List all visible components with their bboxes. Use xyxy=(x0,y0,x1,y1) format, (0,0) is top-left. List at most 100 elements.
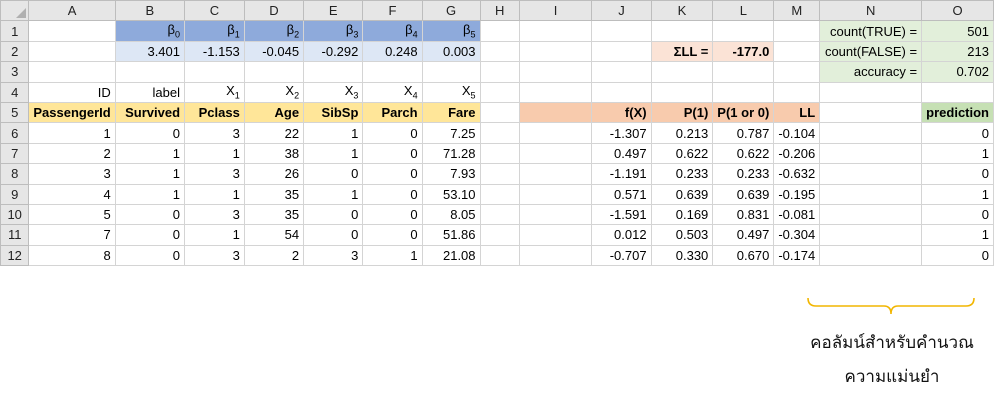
row-header-5[interactable]: 5 xyxy=(0,101,30,124)
cell-p1-or-0[interactable]: 0.787 xyxy=(712,122,775,144)
cell-p1[interactable]: 0.169 xyxy=(650,203,714,226)
cell[interactable] xyxy=(479,122,520,144)
cell-parch[interactable]: 0 xyxy=(362,122,423,144)
x-label-1[interactable]: X1 xyxy=(184,81,245,103)
cell-p1[interactable]: 0.233 xyxy=(650,163,714,185)
cell-surv[interactable]: 1 xyxy=(114,163,186,185)
column-header-g[interactable]: G xyxy=(421,0,481,22)
cell-fx[interactable]: -1.307 xyxy=(591,122,652,144)
cell-pclass[interactable]: 1 xyxy=(184,224,245,246)
cell-pid[interactable]: 2 xyxy=(28,142,116,165)
beta-value-3[interactable]: -0.292 xyxy=(303,40,364,63)
cell-parch[interactable]: 0 xyxy=(362,203,423,226)
beta-value-5[interactable]: 0.003 xyxy=(421,40,481,63)
cell[interactable] xyxy=(518,224,593,246)
cell-age[interactable]: 22 xyxy=(243,122,305,144)
cell[interactable] xyxy=(479,40,520,63)
cell-parch[interactable]: 0 xyxy=(362,224,423,246)
cell[interactable] xyxy=(28,61,116,83)
cell-fare[interactable]: 51.86 xyxy=(421,224,481,246)
cell[interactable] xyxy=(591,61,652,83)
header-sibsp[interactable]: SibSp xyxy=(303,101,364,124)
cell-p1-or-0[interactable]: 0.639 xyxy=(712,183,775,205)
cell-pid[interactable]: 4 xyxy=(28,183,116,205)
cell-parch[interactable]: 0 xyxy=(362,142,423,165)
id-label[interactable]: ID xyxy=(28,81,116,103)
column-header-e[interactable]: E xyxy=(303,0,364,22)
column-header-k[interactable]: K xyxy=(650,0,714,22)
cell-sibsp[interactable]: 1 xyxy=(303,183,364,205)
cell-parch[interactable]: 0 xyxy=(362,163,423,185)
cell[interactable] xyxy=(479,244,520,267)
header-passengerid[interactable]: PassengerId xyxy=(28,101,116,124)
cell-p1-or-0[interactable]: 0.670 xyxy=(712,244,775,267)
cell-ll[interactable]: -0.104 xyxy=(773,122,821,144)
cell-p1[interactable]: 0.639 xyxy=(650,183,714,205)
beta-value-0[interactable]: 3.401 xyxy=(114,40,186,63)
cell[interactable] xyxy=(518,244,593,267)
cell[interactable] xyxy=(591,81,652,103)
cell[interactable] xyxy=(518,122,593,144)
cell[interactable] xyxy=(712,20,775,42)
count-true-label[interactable]: count(TRUE) = xyxy=(819,20,923,42)
cell-pclass[interactable]: 3 xyxy=(184,163,245,185)
cell-pid[interactable]: 7 xyxy=(28,224,116,246)
cell[interactable] xyxy=(773,81,821,103)
header-ll[interactable]: LL xyxy=(773,101,821,124)
cell-sibsp[interactable]: 3 xyxy=(303,244,364,267)
cell[interactable] xyxy=(819,101,923,124)
cell-p1[interactable]: 0.622 xyxy=(650,142,714,165)
cell-p1[interactable]: 0.213 xyxy=(650,122,714,144)
cell-pid[interactable]: 1 xyxy=(28,122,116,144)
cell[interactable] xyxy=(479,61,520,83)
cell-age[interactable]: 38 xyxy=(243,142,305,165)
cell[interactable] xyxy=(712,61,775,83)
beta-value-1[interactable]: -1.153 xyxy=(184,40,245,63)
cell-fare[interactable]: 8.05 xyxy=(421,203,481,226)
cell-sibsp[interactable]: 0 xyxy=(303,163,364,185)
accuracy-label[interactable]: accuracy = xyxy=(819,61,923,83)
cell[interactable] xyxy=(28,20,116,42)
cell-sibsp[interactable]: 1 xyxy=(303,122,364,144)
cell-prediction[interactable]: 1 xyxy=(921,183,994,205)
cell[interactable] xyxy=(518,81,593,103)
cell[interactable] xyxy=(819,142,923,165)
cell[interactable] xyxy=(819,244,923,267)
cell[interactable] xyxy=(591,20,652,42)
cell-pid[interactable]: 3 xyxy=(28,163,116,185)
cell-surv[interactable]: 0 xyxy=(114,122,186,144)
cell-ll[interactable]: -0.174 xyxy=(773,244,821,267)
cell[interactable] xyxy=(819,183,923,205)
accuracy-value[interactable]: 0.702 xyxy=(921,61,994,83)
cell[interactable] xyxy=(362,61,423,83)
beta-value-2[interactable]: -0.045 xyxy=(243,40,305,63)
cell-fare[interactable]: 53.10 xyxy=(421,183,481,205)
cell-prediction[interactable]: 0 xyxy=(921,244,994,267)
cell[interactable] xyxy=(421,61,481,83)
beta-header-3[interactable]: β3 xyxy=(303,20,364,42)
cell-fx[interactable]: -1.591 xyxy=(591,203,652,226)
sum-ll-label[interactable]: ΣLL = xyxy=(650,40,714,63)
cell[interactable] xyxy=(518,40,593,63)
cell-parch[interactable]: 0 xyxy=(362,183,423,205)
column-header-m[interactable]: M xyxy=(773,0,821,22)
cell-fare[interactable]: 7.25 xyxy=(421,122,481,144)
cell-parch[interactable]: 1 xyxy=(362,244,423,267)
label-label[interactable]: label xyxy=(114,81,186,103)
cell-pclass[interactable]: 3 xyxy=(184,244,245,267)
cell-prediction[interactable]: 0 xyxy=(921,203,994,226)
row-header-6[interactable]: 6 xyxy=(0,122,30,144)
cell-ll[interactable]: -0.304 xyxy=(773,224,821,246)
row-header-7[interactable]: 7 xyxy=(0,142,30,165)
column-header-f[interactable]: F xyxy=(362,0,423,22)
header-age[interactable]: Age xyxy=(243,101,305,124)
cell[interactable] xyxy=(819,163,923,185)
cell-fx[interactable]: 0.571 xyxy=(591,183,652,205)
cell[interactable] xyxy=(518,163,593,185)
row-header-11[interactable]: 11 xyxy=(0,224,30,246)
count-false-value[interactable]: 213 xyxy=(921,40,994,63)
cell[interactable] xyxy=(650,61,714,83)
cell-age[interactable]: 54 xyxy=(243,224,305,246)
cell[interactable] xyxy=(243,61,305,83)
cell-p1-or-0[interactable]: 0.497 xyxy=(712,224,775,246)
